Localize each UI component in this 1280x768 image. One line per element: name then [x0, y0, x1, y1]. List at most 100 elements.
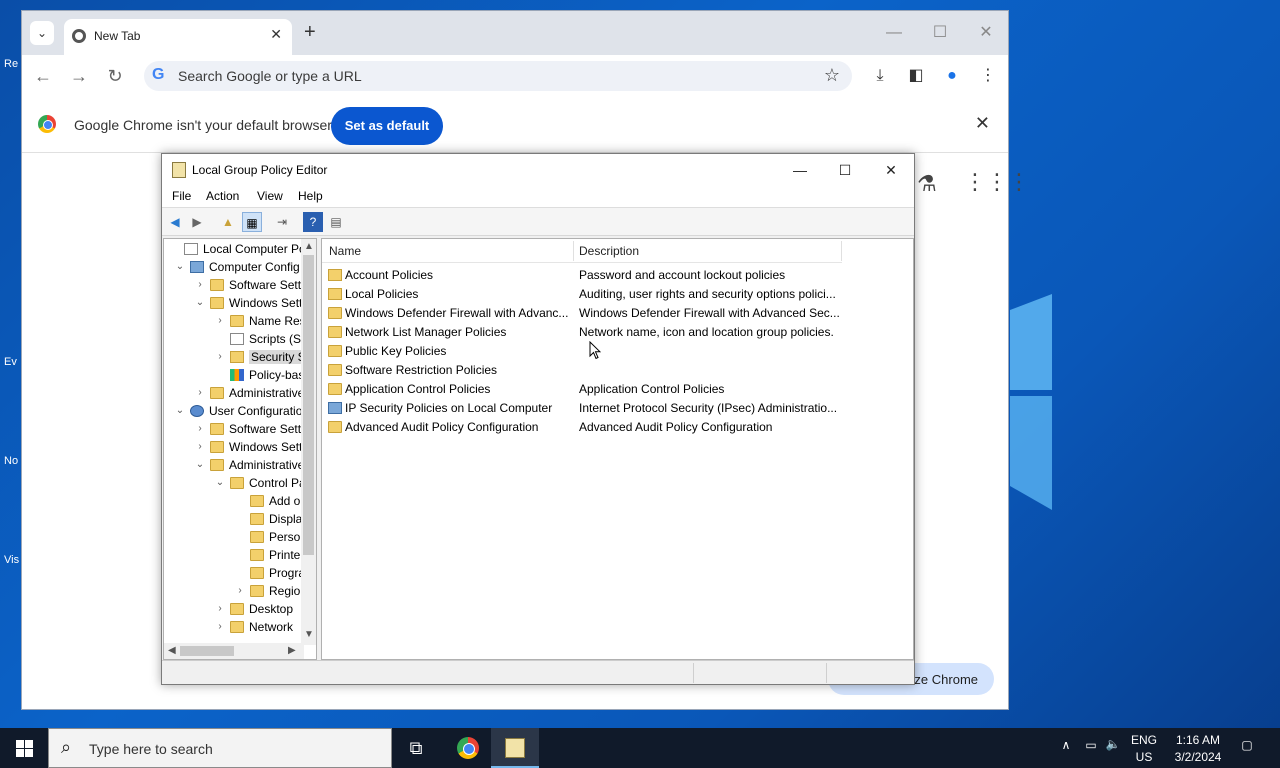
tree-item-label: Policy-bas — [249, 368, 305, 382]
close-window-button[interactable]: ✕ — [966, 19, 1006, 47]
tab-search-button[interactable]: ⌄ — [30, 21, 54, 45]
volume-icon[interactable]: 🔈 — [1104, 737, 1122, 751]
notifications-icon[interactable]: ▢ — [1236, 738, 1258, 752]
folder-icon — [230, 603, 244, 615]
chevron-down-icon[interactable]: ⌄ — [174, 405, 186, 416]
gpe-close-button[interactable]: ✕ — [869, 158, 913, 182]
forward-arrow-icon[interactable]: ▶ — [187, 212, 207, 232]
column-name-header[interactable]: Name — [329, 244, 361, 258]
chevron-right-icon[interactable]: › — [194, 423, 206, 434]
download-icon[interactable]: ⤓ — [867, 63, 893, 89]
scroll-up-icon[interactable]: ▲ — [304, 241, 314, 252]
start-button[interactable] — [0, 728, 48, 768]
chevron-right-icon[interactable]: › — [214, 315, 226, 326]
clock-time[interactable]: 1:16 AM — [1163, 733, 1233, 747]
tree-horizontal-scrollbar[interactable]: ◀ ▶ — [164, 643, 304, 659]
tree-item-label: Desktop — [249, 602, 294, 616]
gpe-title-bar[interactable]: Local Group Policy Editor — ☐ ✕ — [162, 154, 914, 186]
side-panel-icon[interactable]: ◧ — [903, 63, 929, 89]
list-item[interactable]: IP Security Policies on Local Computer In… — [322, 399, 842, 418]
export-list-icon[interactable]: ⇥ — [272, 212, 292, 232]
column-separator[interactable] — [841, 241, 842, 261]
menu-help[interactable]: Help — [298, 189, 323, 203]
list-item[interactable]: Application Control Policies Application … — [322, 380, 842, 399]
taskbar-chrome[interactable] — [443, 728, 491, 768]
close-tab-icon[interactable]: ✕ — [270, 26, 282, 43]
set-as-default-button[interactable]: Set as default — [331, 107, 443, 145]
chevron-down-icon[interactable]: ⌄ — [214, 477, 226, 488]
list-item[interactable]: Local Policies Auditing, user rights and … — [322, 285, 842, 304]
gpe-minimize-button[interactable]: — — [778, 158, 822, 182]
desktop-icon-1[interactable]: Re — [4, 58, 22, 70]
language-indicator[interactable]: ENG — [1128, 733, 1160, 747]
gpe-maximize-button[interactable]: ☐ — [823, 158, 867, 182]
tree-item-label: Software Setti — [229, 422, 304, 436]
maximize-button[interactable]: ☐ — [920, 19, 960, 47]
chevron-right-icon[interactable]: › — [234, 585, 246, 596]
tree-item-label: Network — [249, 620, 294, 634]
tab-new-tab[interactable]: New Tab ✕ — [64, 19, 292, 55]
list-item[interactable]: Network List Manager Policies Network nam… — [322, 323, 842, 342]
item-description: Network name, icon and location group po… — [579, 325, 834, 339]
chevron-right-icon[interactable]: › — [194, 279, 206, 290]
folder-icon — [210, 297, 224, 309]
desktop-icon-4[interactable]: Vis — [4, 554, 22, 566]
taskbar-group-policy-editor[interactable] — [491, 728, 539, 768]
list-item[interactable]: Public Key Policies — [322, 342, 842, 361]
scroll-right-icon[interactable]: ▶ — [288, 645, 296, 656]
chevron-down-icon[interactable]: ⌄ — [194, 297, 206, 308]
bookmark-star-icon[interactable]: ☆ — [824, 65, 840, 86]
chevron-right-icon[interactable]: › — [214, 621, 226, 632]
labs-flask-icon[interactable]: ⚗ — [917, 171, 937, 197]
tab-strip: ⌄ New Tab ✕ + — ☐ ✕ — [22, 11, 1008, 55]
list-item[interactable]: Windows Defender Firewall with Advanc...… — [322, 304, 842, 323]
show-hide-tree-icon[interactable]: ▦ — [242, 212, 262, 232]
clock-date[interactable]: 3/2/2024 — [1163, 750, 1233, 764]
column-description-header[interactable]: Description — [579, 244, 639, 258]
tree-vertical-scrollbar[interactable]: ▲ ▼ — [301, 239, 316, 645]
search-icon: ⌕ — [61, 737, 72, 757]
menu-kebab-icon[interactable]: ⋮ — [975, 63, 1001, 89]
google-apps-icon[interactable]: ⋮⋮⋮ — [964, 169, 1030, 195]
scroll-left-icon[interactable]: ◀ — [168, 645, 176, 656]
menu-view[interactable]: View — [257, 189, 283, 203]
forward-icon[interactable]: → — [66, 63, 92, 89]
list-item[interactable]: Account Policies Password and account loc… — [322, 266, 842, 285]
taskbar: ⌕ Type here to search ⧉ ∧ ▭ 🔈 ENG US 1:1… — [0, 728, 1280, 768]
minimize-button[interactable]: — — [874, 19, 914, 47]
list-item[interactable]: Software Restriction Policies — [322, 361, 842, 380]
close-infobar-icon[interactable]: ✕ — [975, 113, 990, 134]
tree-item-label: Local Computer Polic — [203, 242, 317, 256]
chevron-right-icon[interactable]: › — [214, 351, 226, 362]
back-arrow-icon[interactable]: ◀ — [165, 212, 185, 232]
show-hidden-icons-icon[interactable]: ∧ — [1058, 738, 1074, 752]
new-tab-button[interactable]: + — [304, 21, 316, 44]
column-separator[interactable] — [573, 241, 574, 261]
taskbar-search-box[interactable]: ⌕ Type here to search — [48, 728, 392, 768]
desktop-icon-3[interactable]: No — [4, 455, 22, 467]
profile-icon[interactable]: ● — [939, 63, 965, 89]
task-view-icon[interactable]: ⧉ — [392, 728, 440, 768]
reload-icon[interactable]: ↻ — [102, 63, 128, 89]
address-bar[interactable]: G Search Google or type a URL ☆ — [144, 61, 852, 91]
tree-scroll-thumb[interactable] — [303, 255, 314, 555]
up-folder-icon[interactable]: ▲ — [218, 212, 238, 232]
chevron-down-icon[interactable]: ⌄ — [194, 459, 206, 470]
chevron-down-icon[interactable]: ⌄ — [174, 261, 186, 272]
chevron-right-icon[interactable]: › — [194, 441, 206, 452]
tree-hscroll-thumb[interactable] — [180, 646, 234, 656]
back-icon[interactable]: ← — [30, 63, 56, 89]
menu-action[interactable]: Action — [206, 189, 239, 203]
desktop-icon-2[interactable]: Ev — [4, 356, 22, 368]
network-icon[interactable]: ▭ — [1082, 738, 1100, 752]
help-icon[interactable]: ? — [303, 212, 323, 232]
language-region[interactable]: US — [1128, 750, 1160, 764]
scroll-down-icon[interactable]: ▼ — [304, 629, 314, 640]
properties-icon[interactable]: ▤ — [326, 212, 346, 232]
chevron-right-icon[interactable]: › — [214, 603, 226, 614]
menu-file[interactable]: File — [172, 189, 191, 203]
list-item[interactable]: Advanced Audit Policy Configuration Advan… — [322, 418, 842, 437]
chart-icon — [230, 369, 244, 381]
tree-item-label: User Configuratio — [209, 404, 303, 418]
chevron-right-icon[interactable]: › — [194, 387, 206, 398]
